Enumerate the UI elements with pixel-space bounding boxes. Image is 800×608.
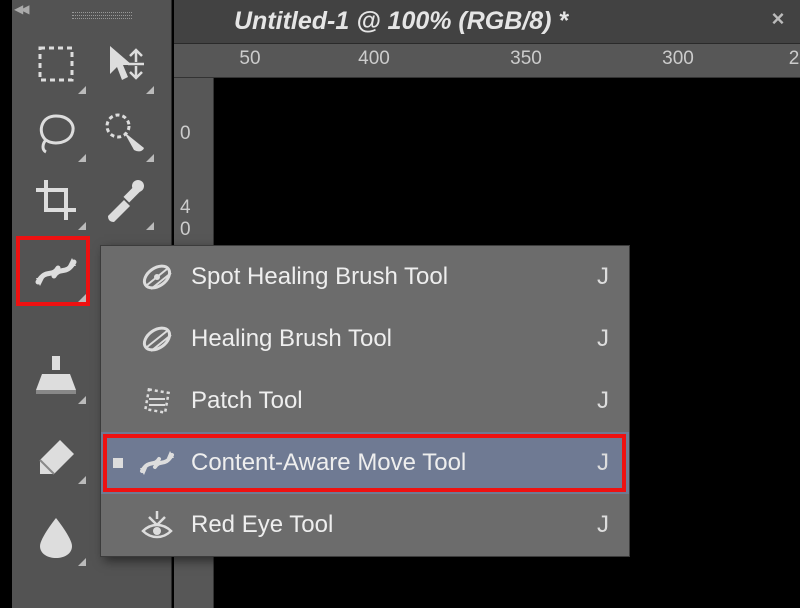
flyout-shortcut: J bbox=[597, 511, 609, 539]
quick-selection-icon bbox=[100, 108, 148, 156]
ruler-h-tick: 400 bbox=[358, 48, 390, 70]
document-title: Untitled-1 @ 100% (RGB/8) * bbox=[234, 7, 568, 36]
patch-icon bbox=[137, 381, 177, 421]
ruler-horizontal[interactable]: 50 400 350 300 2 bbox=[174, 44, 800, 78]
flyout-label: Patch Tool bbox=[191, 387, 583, 415]
flyout-item-patch[interactable]: Patch Tool J bbox=[101, 370, 629, 432]
red-eye-icon bbox=[137, 505, 177, 545]
marquee-icon bbox=[32, 40, 80, 88]
lasso-icon bbox=[32, 108, 80, 156]
tool-grid bbox=[22, 30, 158, 234]
eyedropper-icon bbox=[100, 176, 148, 224]
marquee-tool[interactable] bbox=[22, 30, 90, 98]
ruler-h-tick: 2 bbox=[789, 48, 800, 70]
blur-icon bbox=[32, 512, 80, 560]
flyout-shortcut: J bbox=[597, 449, 609, 477]
eyedropper-tool[interactable] bbox=[90, 166, 158, 234]
flyout-label: Content-Aware Move Tool bbox=[191, 449, 583, 477]
flyout-shortcut: J bbox=[597, 387, 609, 415]
clone-stamp-icon bbox=[32, 350, 80, 398]
flyout-label: Healing Brush Tool bbox=[191, 325, 583, 353]
ruler-v-tick: 0 bbox=[180, 123, 191, 145]
clone-stamp-tool[interactable] bbox=[22, 340, 90, 408]
content-aware-move-tool[interactable] bbox=[22, 238, 90, 306]
panel-collapse-arrows[interactable]: ◀◀ bbox=[12, 2, 26, 16]
selected-indicator bbox=[113, 458, 123, 468]
ruler-h-tick: 350 bbox=[510, 48, 542, 70]
ruler-v-tick: 4 bbox=[180, 197, 191, 219]
ruler-v-tick: 0 bbox=[180, 219, 191, 241]
tool-flyout-menu: Spot Healing Brush Tool J Healing Brush … bbox=[100, 245, 630, 557]
eraser-icon bbox=[32, 430, 80, 478]
flyout-item-content-aware-move[interactable]: Content-Aware Move Tool J bbox=[101, 432, 629, 494]
close-tab-button[interactable]: × bbox=[771, 6, 784, 32]
spot-healing-icon bbox=[137, 257, 177, 297]
document-titlebar: Untitled-1 @ 100% (RGB/8) * × bbox=[174, 0, 800, 44]
ruler-h-tick: 50 bbox=[239, 48, 260, 70]
flyout-label: Red Eye Tool bbox=[191, 511, 583, 539]
crop-tool[interactable] bbox=[22, 166, 90, 234]
lasso-tool[interactable] bbox=[22, 98, 90, 166]
move-tool[interactable] bbox=[90, 30, 158, 98]
crop-icon bbox=[32, 176, 80, 224]
healing-brush-icon bbox=[137, 319, 177, 359]
flyout-label: Spot Healing Brush Tool bbox=[191, 263, 583, 291]
flyout-shortcut: J bbox=[597, 325, 609, 353]
content-aware-move-icon bbox=[32, 248, 80, 296]
flyout-item-red-eye[interactable]: Red Eye Tool J bbox=[101, 494, 629, 556]
panel-gripper[interactable] bbox=[72, 12, 132, 22]
flyout-shortcut: J bbox=[597, 263, 609, 291]
ruler-h-tick: 300 bbox=[662, 48, 694, 70]
content-aware-move-icon bbox=[137, 443, 177, 483]
eraser-tool[interactable] bbox=[22, 420, 90, 488]
blur-tool[interactable] bbox=[22, 502, 90, 570]
flyout-item-spot-healing[interactable]: Spot Healing Brush Tool J bbox=[101, 246, 629, 308]
flyout-item-healing-brush[interactable]: Healing Brush Tool J bbox=[101, 308, 629, 370]
quick-selection-tool[interactable] bbox=[90, 98, 158, 166]
move-icon bbox=[100, 40, 148, 88]
